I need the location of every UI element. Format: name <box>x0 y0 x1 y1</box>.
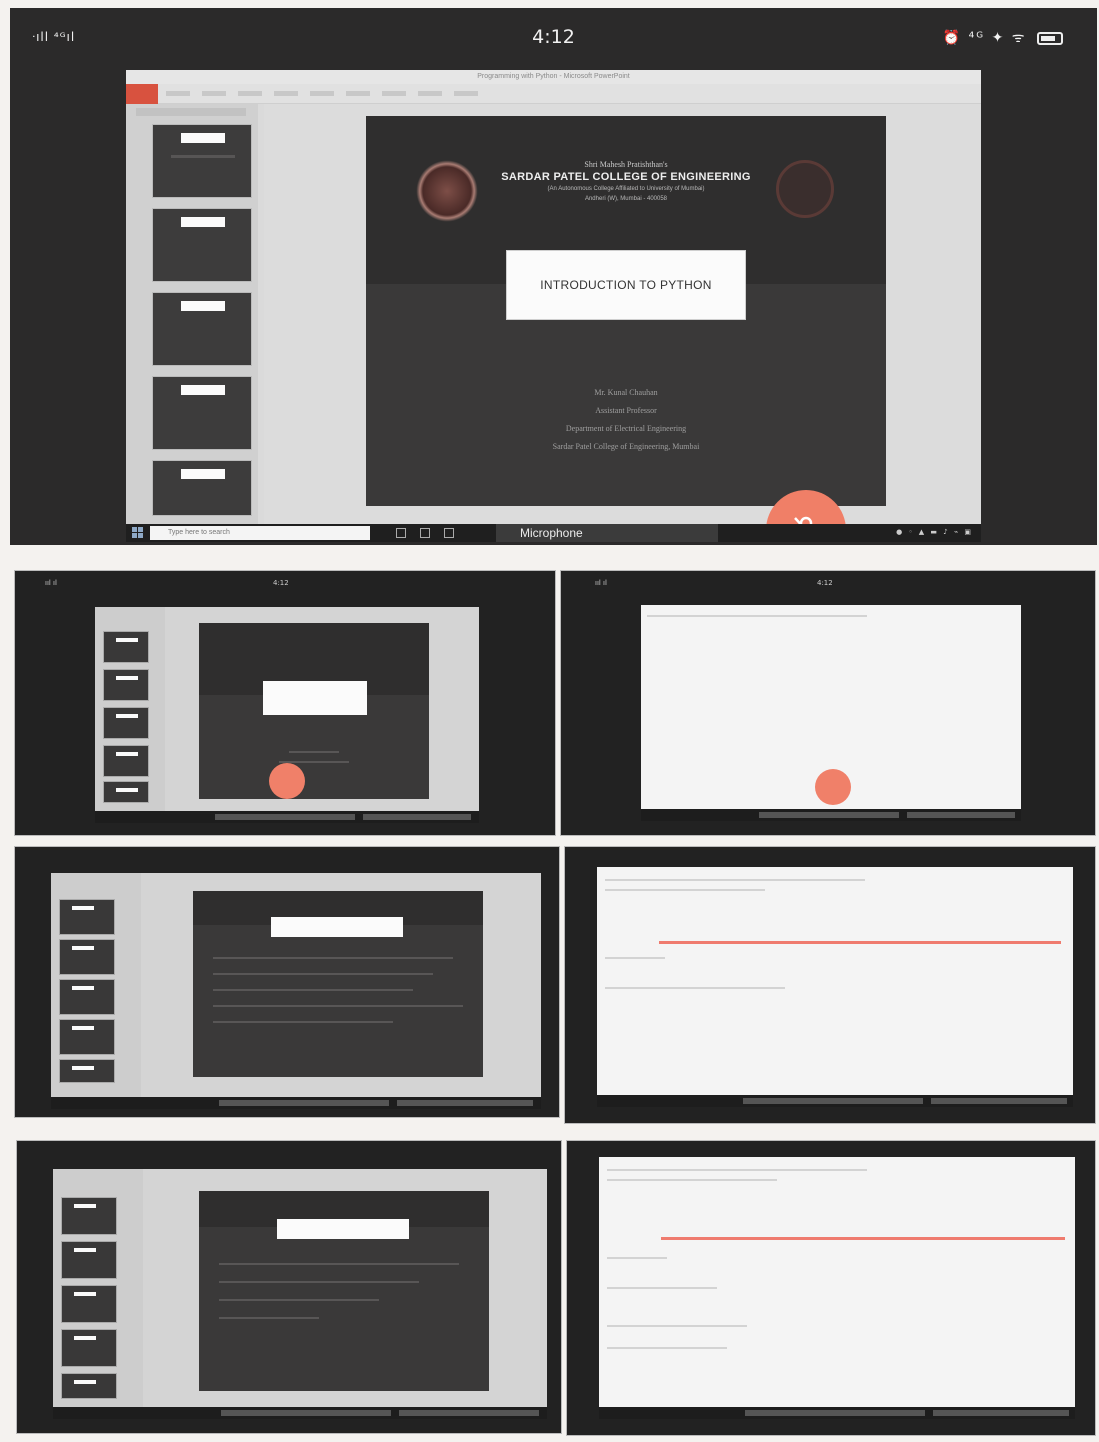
alarm-icon: ⏰ ⁴ᴳ ✦ ᯤ <box>942 30 1027 46</box>
slide-thumbnail[interactable] <box>152 460 252 516</box>
microphone-indicator[interactable]: Microphone <box>496 524 718 542</box>
affiliation-text: Shri Mahesh Pratishthan's <box>584 160 668 169</box>
taskbar-search[interactable]: Type here to search <box>150 526 370 540</box>
windows-icon[interactable] <box>132 527 144 539</box>
slide-thumbnail[interactable] <box>152 376 252 450</box>
mini-screen <box>597 867 1073 1107</box>
mini-screen <box>51 873 541 1109</box>
ribbon-tabs[interactable] <box>166 89 478 99</box>
mini-screen <box>599 1157 1075 1419</box>
slide-title-box: INTRODUCTION TO PYTHON <box>506 250 746 320</box>
window-title: Programming with Python - Microsoft Powe… <box>126 70 981 84</box>
presenter-role: Assistant Professor <box>595 406 657 415</box>
mini-status-left: ııl ıl <box>595 579 607 587</box>
mini-screen <box>641 605 1021 821</box>
code-editor <box>599 1157 1075 1405</box>
ribbon <box>126 84 981 104</box>
mini-screen <box>95 607 479 823</box>
slide-thumbnail[interactable] <box>152 208 252 282</box>
mini-slide <box>193 891 483 1077</box>
file-tab[interactable] <box>126 84 158 104</box>
main-screenshot: ᐧıll ⁴ᴳıl 4:12 ⏰ ⁴ᴳ ✦ ᯤ Programming with… <box>10 8 1097 545</box>
college-line: Sardar Patel College of Engineering, Mum… <box>552 442 700 451</box>
mini-thumbnails <box>95 607 165 823</box>
current-slide: Shri Mahesh Pratishthan's SARDAR PATEL C… <box>366 116 886 542</box>
panel-header <box>136 108 246 116</box>
mini-mic-button[interactable] <box>815 769 851 805</box>
presenter-credits: Mr. Kunal Chauhan Assistant Professor De… <box>366 384 886 456</box>
presenter-name: Mr. Kunal Chauhan <box>594 388 658 397</box>
mini-slide <box>199 1191 489 1391</box>
system-tray: ● ◦ ▲ ▬ ♪ ⌁ ▣ <box>896 528 973 536</box>
collage-panel-slide-1: ııl ıl 4:12 <box>14 570 556 836</box>
collage-panel-slide-2 <box>14 846 560 1118</box>
slide-thumbnail-panel <box>126 104 258 524</box>
highlight-line <box>661 1237 1065 1240</box>
taskbar-apps[interactable] <box>396 528 454 538</box>
code-editor <box>597 867 1073 1093</box>
collage-panel-editor-2 <box>564 846 1096 1124</box>
college-subline: (An Autonomous College Affiliated to Uni… <box>547 186 705 192</box>
mini-status-time: 4:12 <box>273 579 289 587</box>
department: Department of Electrical Engineering <box>565 424 687 433</box>
mini-status-time: 4:12 <box>817 579 833 587</box>
collage-panel-editor-1: ııl ıl 4:12 <box>560 570 1096 836</box>
mini-status-left: ııl ıl <box>45 579 57 587</box>
slide-thumbnail[interactable] <box>152 124 252 198</box>
status-icons: ⏰ ⁴ᴳ ✦ ᯤ <box>943 28 1063 47</box>
mini-screen <box>53 1169 547 1419</box>
battery-icon <box>1037 31 1063 45</box>
slide-title: INTRODUCTION TO PYTHON <box>540 278 712 292</box>
highlight-line <box>659 941 1061 944</box>
slide-thumbnail[interactable] <box>152 292 252 366</box>
laptop-screen: Programming with Python - Microsoft Powe… <box>126 70 981 542</box>
college-address: Andheri (W), Mumbai - 400058 <box>584 196 668 202</box>
mini-thumbnails <box>53 1169 143 1419</box>
college-name: SARDAR PATEL COLLEGE OF ENGINEERING <box>501 171 751 183</box>
mini-slide <box>199 623 429 799</box>
collage-panel-slide-3 <box>16 1140 562 1434</box>
windows-taskbar: Type here to search Microphone ● ◦ ▲ ▬ ♪… <box>126 524 981 542</box>
phone-status-bar: ᐧıll ⁴ᴳıl 4:12 ⏰ ⁴ᴳ ✦ ᯤ <box>10 8 1097 68</box>
collage-panel-editor-3 <box>566 1140 1096 1436</box>
mini-thumbnails <box>51 873 141 1109</box>
mini-mic-button[interactable] <box>269 763 305 799</box>
status-time: 4:12 <box>532 26 575 48</box>
